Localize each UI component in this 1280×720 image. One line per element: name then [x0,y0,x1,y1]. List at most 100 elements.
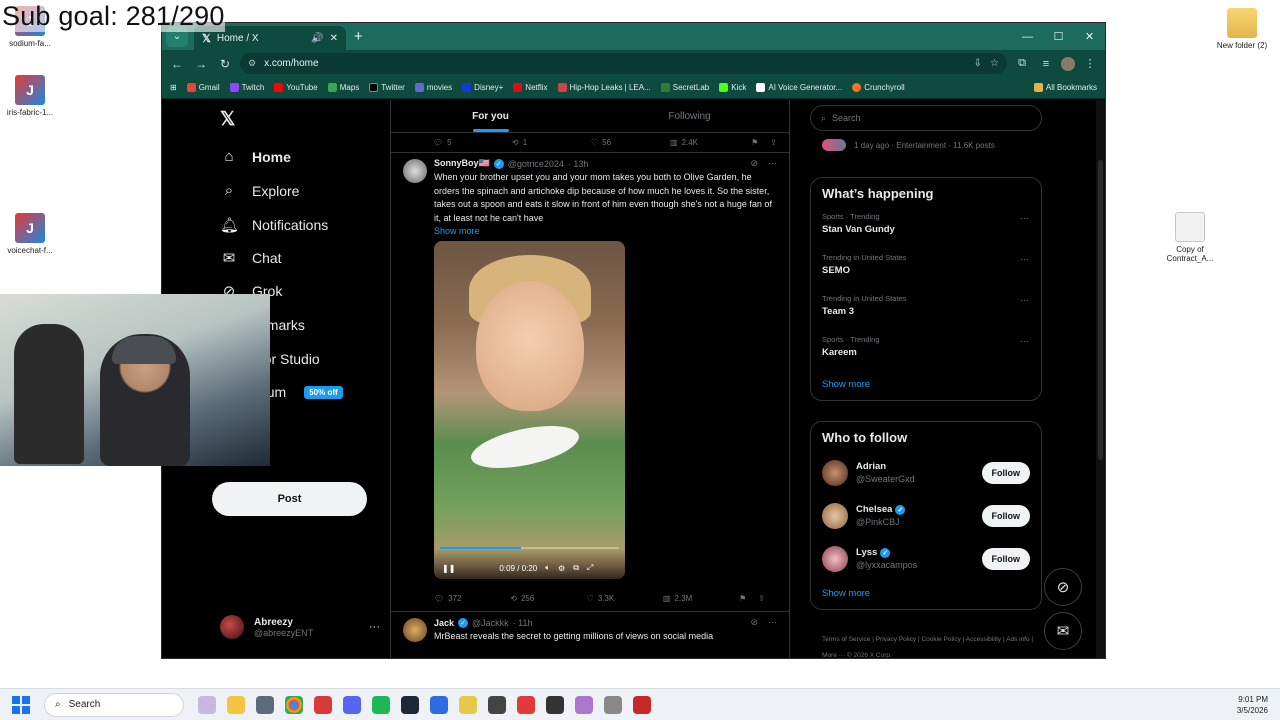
bookmark-star-icon[interactable]: ☆ [990,58,999,69]
volume-icon[interactable]: 🔈︎ [545,563,550,573]
nav-explore[interactable]: ⌕ Explore [220,182,300,199]
follow-suggestion[interactable]: Adrian @SweaterGxd Follow [811,451,1041,494]
tweet-time[interactable]: · 13h [568,159,589,169]
app-icon[interactable] [604,695,622,714]
bookmark-netflix[interactable]: Netflix [513,83,548,92]
reply-button[interactable]: 💬︎ 5 [433,138,512,147]
views-button[interactable]: ▥ 2.4K [670,138,749,147]
avatar[interactable] [403,159,427,183]
tweet-author-handle[interactable]: @gotrice2024 [508,159,564,169]
bookmark-twitch[interactable]: Twitch [229,83,264,92]
footer-links[interactable]: Terms of Service | Privacy Policy | Cook… [822,632,1042,658]
tweet-author-handle[interactable]: @Jackkk [472,618,509,628]
address-bar[interactable]: ⚙ x.com/home ⇩ ☆ [240,53,1007,74]
system-clock[interactable]: 9:01 PM 3/5/2026 [1237,694,1268,716]
more-icon[interactable]: ··· [1020,213,1029,223]
task-view-icon[interactable] [198,695,216,714]
tab-following[interactable]: Following [590,100,789,132]
bookmark-twitter[interactable]: Twitter [369,83,405,92]
video-player[interactable]: ❚❚ 0:09 / 0:20 🔈︎ ⚙ ⧉ ⤢ [434,241,625,579]
install-app-icon[interactable]: ⇩ [974,58,982,69]
bookmark-kick[interactable]: Kick [719,83,746,92]
x-logo-icon[interactable]: 𝕏 [220,108,235,131]
bookmark-ai-voice[interactable]: AI Voice Generator... [756,83,842,92]
trend-item[interactable]: Sports · Trending Stan Van Gundy ··· [811,207,1041,248]
maximize-button[interactable]: ☐ [1043,23,1074,50]
forward-button[interactable]: → [192,57,210,71]
profile-avatar[interactable] [1061,56,1075,71]
trend-item[interactable]: Sports · Trending Kareem ··· [811,330,1041,371]
app-icon[interactable] [633,695,651,714]
app-icon[interactable] [430,695,448,714]
minimize-button[interactable]: — [1012,23,1043,50]
menu-icon[interactable]: ⋮ [1081,57,1099,70]
pip-icon[interactable]: ⧉ [573,563,579,573]
bookmark-secretlab[interactable]: SecretLab [660,83,709,92]
tweet-author-name[interactable]: Jack [434,618,454,628]
trend-item[interactable]: Trending in United States SEMO ··· [811,248,1041,289]
windows-start-icon[interactable] [12,695,30,714]
discord-icon[interactable] [343,695,361,714]
post-button[interactable]: Post [212,482,367,516]
nav-home[interactable]: ⌂ Home [220,148,290,165]
settings-icon[interactable] [256,695,274,714]
follow-suggestion[interactable]: Lyss ✓ @lyxxacampos Follow [811,537,1041,580]
repost-button[interactable]: ⟲ 1 [512,138,591,147]
search-input[interactable]: ⌕ Search [810,105,1042,131]
bookmark-maps[interactable]: Maps [327,83,359,92]
grok-icon[interactable]: ⊘ [750,617,758,628]
app-icon[interactable] [372,695,390,714]
bookmark-disney[interactable]: Disney+ [462,83,503,92]
settings-icon[interactable]: ⚙ [558,564,565,573]
trend-item[interactable]: Trending in United States Team 3 ··· [811,289,1041,330]
follow-suggestion[interactable]: Chelsea ✓ @PinkCBJ Follow [811,494,1041,537]
app-icon[interactable] [517,695,535,714]
chrome-icon[interactable] [285,695,303,714]
more-icon[interactable]: ··· [1020,336,1029,346]
notes-icon[interactable] [459,695,477,714]
new-tab-button[interactable]: + [354,28,363,45]
file-explorer-icon[interactable] [227,695,245,714]
tweet[interactable]: Jack ✓ @Jackkk · 11h ⊘ ··· MrBeast reveal… [391,612,789,644]
bookmark-movies[interactable]: movies [414,83,452,92]
tweet-time[interactable]: · 11h [513,618,533,628]
fullscreen-icon[interactable]: ⤢ [587,563,593,573]
tweet[interactable]: SonnyBoy🇺🇸 ✓ @gotrice2024 · 13h ⊘ ··· Whe… [391,153,789,612]
show-more-link[interactable]: Show more [811,580,1041,609]
more-icon[interactable]: ··· [768,617,777,628]
tab-for-you[interactable]: For you [391,100,590,132]
taskbar-search[interactable]: ⌕ Search [44,692,184,717]
nav-chat[interactable]: ✉ Chat [220,249,282,267]
media-controls-icon[interactable]: ≡ [1037,58,1055,70]
trend-snippet[interactable]: 1 day ago · Entertainment · 11.6K posts [822,139,995,151]
follow-button[interactable]: Follow [981,547,1030,570]
grok-fab-icon[interactable]: ⊘ [1044,568,1082,606]
like-button[interactable]: ♡ 3.3K [587,594,663,603]
follow-button[interactable]: Follow [981,504,1030,527]
close-tab-icon[interactable]: ✕ [330,33,338,44]
grok-icon[interactable]: ⊘ [750,158,758,169]
bookmark-crunchyroll[interactable]: Crunchyroll [852,83,905,92]
desktop-icon-voicechat[interactable]: J voicechat-f... [0,213,60,255]
desktop-icon-contract[interactable]: Copy of Contract_A... [1160,212,1220,263]
speaker-icon[interactable]: 🔊 [311,33,323,44]
reply-button[interactable]: 💬︎ 372 [434,594,510,603]
bookmark-gmail[interactable]: Gmail [186,83,220,92]
show-more-link[interactable]: Show more [434,226,777,236]
bookmark-icon[interactable]: ⚑ [751,138,758,147]
share-icon[interactable]: ⇪ [770,138,777,147]
desktop-icon-new-folder[interactable]: New folder (2) [1212,8,1272,50]
messages-fab-icon[interactable]: ✉ [1044,612,1082,650]
bookmark-hiphop[interactable]: Hip-Hop Leaks | LEA... [557,83,651,92]
tweet-author-name[interactable]: SonnyBoy🇺🇸 [434,158,490,169]
like-button[interactable]: ♡ 56 [591,138,670,147]
more-icon[interactable]: ··· [768,158,777,169]
share-icon[interactable]: ⇪ [758,594,765,603]
more-icon[interactable]: ··· [1020,254,1029,264]
bookmark-youtube[interactable]: YouTube [274,83,318,92]
account-more-icon[interactable]: ··· [369,621,380,633]
page-scrollbar[interactable] [1096,100,1105,658]
avatar[interactable] [403,618,427,642]
app-icon[interactable] [575,695,593,714]
site-info-icon[interactable]: ⚙ [248,58,256,69]
